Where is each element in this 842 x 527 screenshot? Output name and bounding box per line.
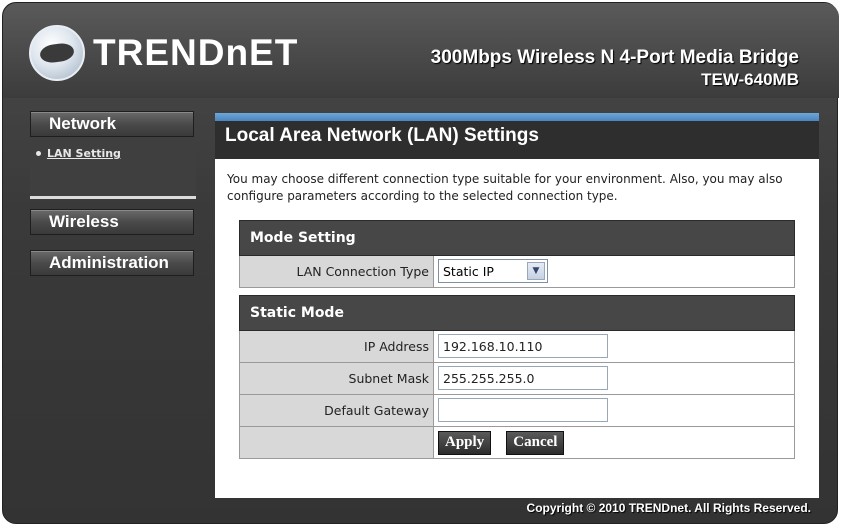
nav-lan-setting-label: LAN Setting — [47, 147, 121, 160]
content-accent-bar — [215, 113, 819, 121]
nav-administration[interactable]: Administration — [30, 250, 194, 276]
mode-setting-header: Mode Setting — [239, 220, 795, 256]
main-content: Local Area Network (LAN) Settings You ma… — [215, 113, 819, 498]
subnet-mask-input[interactable] — [438, 366, 608, 390]
lan-connection-type-select[interactable]: Static IP ▼ — [438, 259, 548, 283]
lan-connection-type-value: Static IP — [443, 263, 494, 279]
brand-logo: TRENDnET — [29, 25, 298, 81]
ip-address-label: IP Address — [240, 331, 434, 362]
default-gateway-row: Default Gateway — [239, 395, 795, 427]
cancel-button[interactable]: Cancel — [506, 431, 565, 455]
lan-connection-type-row: LAN Connection Type Static IP ▼ — [239, 256, 795, 288]
nav-wireless[interactable]: Wireless — [30, 209, 194, 235]
product-title: 300Mbps Wireless N 4-Port Media Bridge — [430, 47, 799, 68]
copyright: Copyright © 2010 TRENDnet. All Rights Re… — [526, 501, 811, 515]
nav-lan-setting[interactable]: LAN Setting — [36, 147, 196, 160]
subnet-mask-label: Subnet Mask — [240, 363, 434, 394]
network-submenu: LAN Setting — [30, 137, 196, 199]
header: TRENDnET 300Mbps Wireless N 4-Port Media… — [3, 3, 839, 98]
page-title: Local Area Network (LAN) Settings — [215, 121, 819, 159]
nav-network[interactable]: Network — [30, 111, 194, 137]
default-gateway-label: Default Gateway — [240, 395, 434, 426]
ip-address-input[interactable] — [438, 334, 608, 358]
lan-connection-type-label: LAN Connection Type — [240, 256, 434, 287]
product-info: 300Mbps Wireless N 4-Port Media Bridge T… — [431, 47, 799, 91]
page-description: You may choose different connection type… — [227, 172, 783, 203]
default-gateway-input[interactable] — [438, 398, 608, 422]
static-mode-header: Static Mode — [239, 295, 795, 331]
product-model: TEW-640MB — [701, 70, 799, 89]
apply-button[interactable]: Apply — [438, 431, 492, 455]
logo-globe-icon — [29, 25, 85, 81]
chevron-down-icon[interactable]: ▼ — [527, 262, 545, 280]
action-row: Apply Cancel — [239, 427, 795, 459]
mode-setting-section: Mode Setting LAN Connection Type Static … — [239, 220, 795, 288]
static-mode-section: Static Mode IP Address Subnet Mask Defau… — [239, 295, 795, 459]
ip-address-row: IP Address — [239, 331, 795, 363]
router-frame: TRENDnET 300Mbps Wireless N 4-Port Media… — [2, 2, 839, 524]
bullet-icon — [36, 151, 41, 156]
subnet-mask-row: Subnet Mask — [239, 363, 795, 395]
sidebar: Network LAN Setting Wireless Administrat… — [30, 111, 196, 276]
logo-text: TRENDnET — [93, 32, 299, 73]
